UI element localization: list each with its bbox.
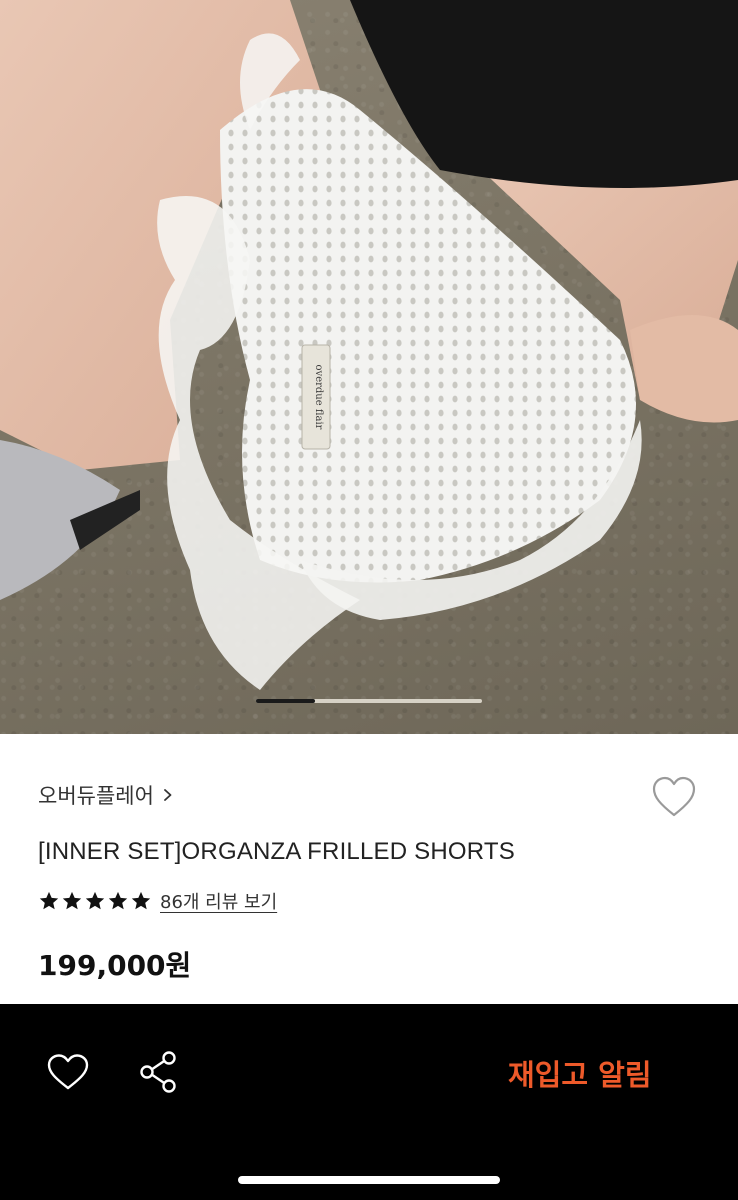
- product-photo-illustration: overdue flair: [0, 0, 738, 690]
- slide-indicator: [256, 699, 482, 703]
- reviews-link[interactable]: 86개 리뷰 보기: [160, 888, 277, 914]
- share-icon[interactable]: [138, 1050, 178, 1094]
- star-icon: [85, 891, 105, 910]
- brand-name: 오버듀플레어: [38, 784, 154, 808]
- star-icon: [131, 891, 151, 910]
- wishlist-heart-icon[interactable]: [650, 774, 698, 820]
- product-detail-page: overdue flair 오버듀플레어 [INNER SET]ORGANZA …: [0, 0, 738, 1200]
- product-title: [INNER SET]ORGANZA FRILLED SHORTS: [38, 838, 515, 865]
- rating-stars: [38, 890, 152, 912]
- star-icon: [62, 891, 82, 910]
- chevron-right-icon: [164, 789, 172, 801]
- product-image[interactable]: overdue flair: [0, 0, 738, 734]
- wishlist-heart-icon[interactable]: [46, 1052, 90, 1092]
- home-indicator: [238, 1176, 500, 1184]
- product-info: 오버듀플레어 [INNER SET]ORGANZA FRILLED SHORTS…: [0, 734, 738, 1004]
- restock-alert-button[interactable]: 재입고 알림: [508, 1052, 652, 1094]
- bottom-action-bar: 재입고 알림: [0, 1004, 738, 1200]
- product-price: 199,000원: [38, 949, 192, 982]
- slide-indicator-active: [256, 699, 315, 703]
- star-icon: [39, 891, 59, 910]
- rating-row: 86개 리뷰 보기: [38, 888, 277, 914]
- brand-link[interactable]: 오버듀플레어: [38, 780, 174, 810]
- star-icon: [108, 891, 128, 910]
- brand-label-tag: overdue flair: [313, 365, 324, 430]
